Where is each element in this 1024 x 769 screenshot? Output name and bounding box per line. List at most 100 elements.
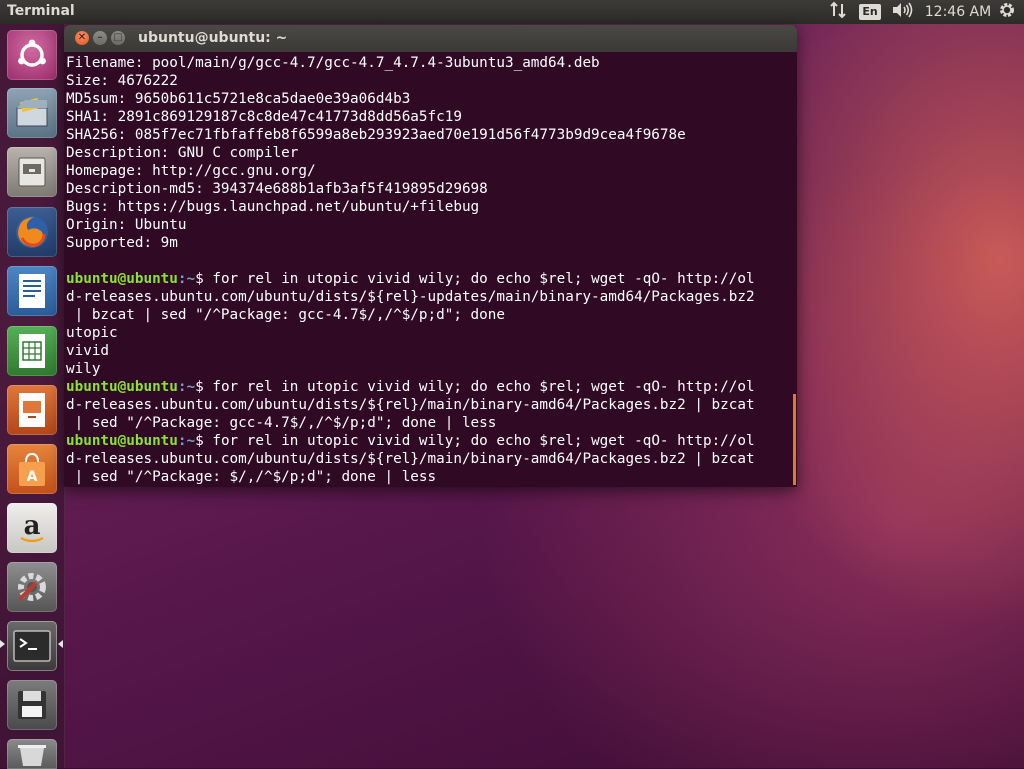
window-titlebar[interactable]: ✕ – □ ubuntu@ubuntu: ~ (64, 25, 797, 52)
line-text: $ for rel in utopic vivid wily; do echo … (195, 379, 755, 395)
line-text: Size: 4676222 (66, 73, 178, 89)
launcher-item-settings[interactable] (7, 562, 57, 612)
line-text: | bzcat | sed "/^Package: gcc-4.7$/,/^$/… (66, 307, 505, 323)
terminal-output-line: | bzcat | sed "/^Package: gcc-4.7$/,/^$/… (66, 306, 791, 324)
sound-indicator[interactable] (889, 0, 915, 24)
line-text: wily (66, 361, 101, 377)
line-text: SHA1: 2891c869129187c8c8de47c41773d8dd56… (66, 109, 462, 125)
svg-text:A: A (27, 469, 38, 485)
network-indicator[interactable] (826, 0, 850, 24)
terminal-output-line: | sed "/^Package: $/,/^$/p;d"; done | le… (66, 468, 791, 486)
terminal-output-line: wily (66, 360, 791, 378)
terminal-output-line: SHA256: 085f7ec71fbfaffeb8f6599a8eb29392… (66, 126, 791, 144)
launcher-item-trash[interactable] (7, 739, 57, 769)
gear-icon (998, 1, 1016, 23)
terminal-command-line: ubuntu@ubuntu:~$ for rel in utopic vivid… (66, 432, 791, 450)
terminal-window[interactable]: ✕ – □ ubuntu@ubuntu: ~ Filename: pool/ma… (64, 25, 797, 487)
terminal-output[interactable]: Filename: pool/main/g/gcc-4.7/gcc-4.7_4.… (66, 54, 791, 486)
terminal-output-line: Filename: pool/main/g/gcc-4.7/gcc-4.7_4.… (66, 54, 791, 72)
line-text: Filename: pool/main/g/gcc-4.7/gcc-4.7_4.… (66, 55, 600, 71)
launcher-item-firefox[interactable] (7, 207, 57, 257)
svg-text:a: a (24, 511, 41, 541)
terminal-output-line: SHA1: 2891c869129187c8c8de47c41773d8dd56… (66, 108, 791, 126)
trash-icon (14, 742, 50, 766)
line-text: Origin: Ubuntu (66, 217, 187, 233)
window-close-button[interactable]: ✕ (75, 31, 89, 45)
keyboard-layout-label: En (859, 4, 881, 20)
text-document-icon (16, 272, 48, 310)
launcher-item-amazon[interactable]: a (7, 503, 57, 553)
session-indicator[interactable] (995, 0, 1019, 24)
launcher-item-impress[interactable] (7, 385, 57, 435)
prompt-user: ubuntu@ubuntu (66, 379, 178, 395)
maximize-icon: □ (113, 32, 123, 43)
amazon-logo-icon: a (14, 510, 50, 546)
terminal-output-line: d-releases.ubuntu.com/ubuntu/dists/${rel… (66, 288, 791, 306)
terminal-output-line: MD5sum: 9650b611c5721e8ca5dae0e39a06d4b3 (66, 90, 791, 108)
terminal-output-line: Origin: Ubuntu (66, 216, 791, 234)
line-text: Homepage: http://gcc.gnu.org/ (66, 163, 316, 179)
launcher-item-software[interactable]: A (7, 444, 57, 494)
launcher-item-writer[interactable] (7, 266, 57, 316)
terminal-output-line: vivid (66, 342, 791, 360)
line-text: Bugs: https://bugs.launchpad.net/ubuntu/… (66, 199, 480, 215)
launcher-item-save[interactable] (7, 680, 57, 730)
terminal-output-line: d-releases.ubuntu.com/ubuntu/dists/${rel… (66, 396, 791, 414)
terminal-icon (12, 628, 52, 664)
line-text: Description: GNU C compiler (66, 145, 299, 161)
launcher-item-archive[interactable] (7, 88, 57, 138)
line-text: SHA256: 085f7ec71fbfaffeb8f6599a8eb29392… (66, 127, 686, 143)
terminal-command-line: ubuntu@ubuntu:~$ for rel in utopic vivid… (66, 270, 791, 288)
launcher: A a (0, 24, 65, 769)
terminal-output-line: Description-md5: 394374e688b1afb3af5f419… (66, 180, 791, 198)
launcher-active-pip-left (0, 640, 5, 648)
terminal-output-line: d-releases.ubuntu.com/ubuntu/dists/${rel… (66, 450, 791, 468)
launcher-item-terminal[interactable] (7, 621, 57, 671)
file-cabinet-icon (14, 154, 50, 190)
line-text: d-releases.ubuntu.com/ubuntu/dists/${rel… (66, 289, 755, 305)
terminal-output-line: Description: GNU C compiler (66, 144, 791, 162)
line-text: vivid (66, 343, 110, 359)
top-panel: Terminal En 12:46 AM (0, 0, 1024, 24)
speaker-volume-icon (891, 1, 913, 23)
prompt-path: :~ (177, 271, 196, 287)
prompt-user: ubuntu@ubuntu (66, 271, 178, 287)
prompt-user: ubuntu@ubuntu (66, 433, 178, 449)
archive-manager-icon (13, 94, 51, 132)
launcher-item-files[interactable] (7, 147, 57, 197)
app-title: Terminal (7, 3, 75, 19)
launcher-item-calc[interactable] (7, 326, 57, 376)
line-text: $ for rel in utopic vivid wily; do echo … (195, 433, 755, 449)
line-text: | sed "/^Package: gcc-4.7$/,/^$/p;d"; do… (66, 415, 497, 431)
floppy-disk-icon (14, 687, 50, 723)
network-arrows-icon (829, 1, 847, 23)
line-text: utopic (66, 325, 118, 341)
window-minimize-button[interactable]: – (93, 31, 107, 45)
terminal-output-line: Supported: 9m (66, 234, 791, 252)
line-text: $ for rel in utopic vivid wily; do echo … (195, 271, 755, 287)
line-text: | sed "/^Package: $/,/^$/p;d"; done | le… (66, 469, 437, 485)
launcher-item-dash[interactable] (7, 30, 57, 80)
presentation-icon (16, 391, 48, 429)
shopping-bag-icon: A (14, 450, 50, 488)
line-text: Supported: 9m (66, 235, 178, 251)
terminal-command-line: ubuntu@ubuntu:~$ for rel in utopic vivid… (66, 378, 791, 396)
terminal-output-line: | sed "/^Package: gcc-4.7$/,/^$/p;d"; do… (66, 414, 791, 432)
keyboard-layout-indicator[interactable]: En (858, 0, 882, 24)
terminal-scroll-marker (793, 394, 796, 485)
minimize-icon: – (97, 32, 103, 43)
window-maximize-button[interactable]: □ (111, 31, 125, 45)
wrench-gear-icon (12, 567, 52, 607)
spreadsheet-icon (16, 332, 48, 370)
line-text: d-releases.ubuntu.com/ubuntu/dists/${rel… (66, 397, 755, 413)
terminal-output-line: utopic (66, 324, 791, 342)
clock-indicator[interactable]: 12:46 AM (924, 0, 992, 24)
prompt-path: :~ (177, 433, 196, 449)
prompt-path: :~ (177, 379, 196, 395)
terminal-output-line: Size: 4676222 (66, 72, 791, 90)
launcher-active-pip-right (58, 640, 63, 648)
line-text: Description-md5: 394374e688b1afb3af5f419… (66, 181, 488, 197)
ubuntu-logo-icon (15, 38, 49, 72)
terminal-output-line: Bugs: https://bugs.launchpad.net/ubuntu/… (66, 198, 791, 216)
